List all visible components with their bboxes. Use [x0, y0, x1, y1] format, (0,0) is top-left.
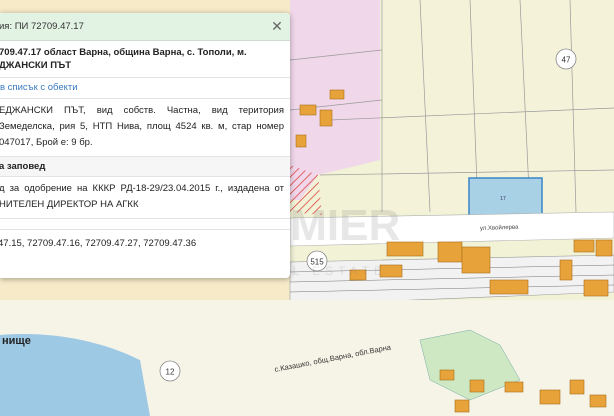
add-to-list-link[interactable]: в списък с обекти: [0, 78, 290, 99]
parcel-info-panel: ия: ПИ 72709.47.17 ✕ 709.47.17 област Ва…: [0, 13, 290, 278]
parcel-number-label: 47: [562, 56, 571, 65]
street-label: ул.Хвойлерва: [480, 224, 519, 232]
close-icon[interactable]: ✕: [269, 18, 285, 34]
add-to-list-label: в списък с обекти: [0, 82, 78, 93]
parcel-description: ЕДЖАНСКИ ПЪТ, вид собств. Частна, вид те…: [0, 99, 290, 157]
parcel-address: 709.47.17 област Варна, община Варна, с.…: [0, 41, 290, 77]
address-section: 709.47.17 област Варна, община Варна, с.…: [0, 41, 290, 78]
address-line1: 709.47.17 област Варна, община Варна, с.…: [0, 47, 247, 58]
panel-header: ия: ПИ 72709.47.17 ✕: [0, 13, 290, 41]
order-title: а заповед: [0, 157, 290, 177]
address-line2: ДЖАНСКИ ПЪТ: [0, 60, 72, 71]
selected-parcel-number: 17: [500, 196, 506, 202]
order-text: д за одобрение на КККР РД-18-29/23.04.20…: [0, 177, 290, 219]
neighbours-divider: [0, 219, 290, 230]
neighbours-list: 47.15, 72709.47.16, 72709.47.27, 72709.4…: [0, 238, 197, 249]
panel-title: ия: ПИ 72709.47.17: [0, 21, 84, 32]
place-label: нище: [2, 335, 31, 347]
road-number-label: 12: [166, 368, 175, 377]
